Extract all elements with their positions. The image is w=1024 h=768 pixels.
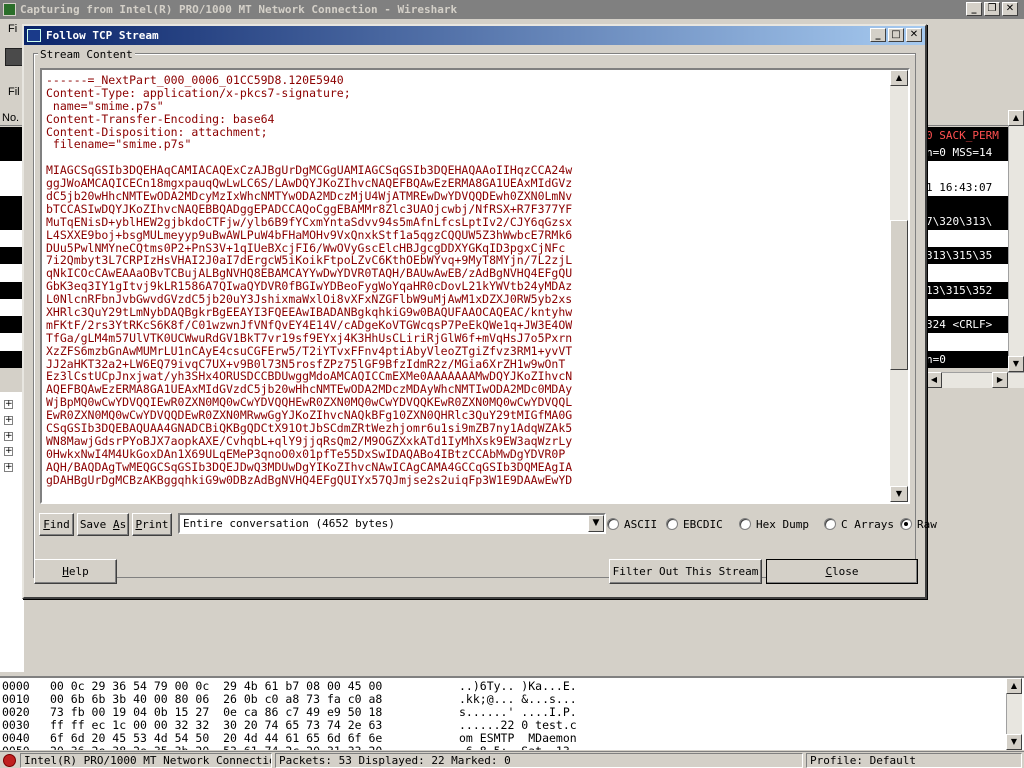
- stream-line: 0HwkxNwI4M4UkGoxDAn1X69ULqEMeP3qnoO0x01p…: [46, 446, 566, 461]
- stream-line: TfGa/gLM4m57UlVTK0UCWwuRdGV1BkT7vr19sf9E…: [46, 330, 573, 345]
- stream-text[interactable]: ------=_NextPart_000_0006_01CC59D8.120E5…: [46, 74, 890, 498]
- stream-line: CSqGSIb3DQEBAQUAA4GNADCBiQKBgQDCtX91OtJb…: [46, 421, 573, 436]
- dialog-title: Follow TCP Stream: [46, 29, 159, 42]
- packet-row-info: n=0 MSS=14: [926, 146, 993, 160]
- scroll-down-icon[interactable]: ▼: [1008, 356, 1024, 372]
- status-interface: Intel(R) PRO/1000 MT Network Connectio…: [20, 753, 272, 768]
- maximize-icon[interactable]: □: [888, 28, 904, 42]
- close-icon[interactable]: ✕: [1002, 2, 1018, 16]
- hex-ascii: 6.8.5; Sat, 13: [459, 745, 577, 751]
- show-conversation-value: Entire conversation (4652 bytes): [183, 517, 395, 530]
- stream-line: mFKtF/2rs3YtRKcS6K8f/C01wzwnJfVNfQvEY4E1…: [46, 317, 573, 332]
- stream-line: WN8MawjGdsrPYoBJX7aopkAXE/CvhqbL+qlY9jjq…: [46, 433, 573, 448]
- stream-text-area[interactable]: ------=_NextPart_000_0006_01CC59D8.120E5…: [40, 68, 910, 504]
- column-no-header[interactable]: No.: [2, 112, 19, 124]
- packet-details-tree[interactable]: + + + + +: [0, 392, 24, 672]
- expand-icon[interactable]: +: [4, 463, 13, 472]
- scroll-up-icon[interactable]: ▲: [890, 70, 908, 86]
- hex-offset: 0050: [2, 745, 30, 751]
- help-button[interactable]: Help: [34, 559, 117, 584]
- stream-line: bTCCASIwDQYJKoZIhvcNAQEBBQADggEPADCCAQoC…: [46, 201, 573, 216]
- expand-icon[interactable]: +: [4, 400, 13, 409]
- packet-row-info: 7\320\313\: [926, 215, 993, 228]
- hex-bytes: 20 36 2e 38 2e 35 3b 20 53 61 74 2c 20 3…: [50, 745, 382, 751]
- show-conversation-select[interactable]: Entire conversation (4652 bytes) ▼: [178, 513, 606, 534]
- filter-label[interactable]: Fil: [8, 86, 20, 98]
- restore-icon[interactable]: ❐: [984, 2, 1000, 16]
- radio-label: EBCDIC: [683, 518, 723, 531]
- radio-circle-icon[interactable]: [739, 518, 751, 530]
- expand-icon[interactable]: +: [4, 447, 13, 456]
- stream-line: name="smime.p7s": [46, 98, 164, 113]
- stream-line: AQH/BAQDAgTwMEQGCSqGSIb3DQEJDwQ3MDUwDgYI…: [46, 459, 573, 474]
- main-window-title: Capturing from Intel(R) PRO/1000 MT Netw…: [20, 3, 458, 16]
- stream-line: dC5jb20wHhcNMTEwODA2MDcyMzIxWhcNMTYwODA2…: [46, 189, 573, 204]
- chevron-down-icon[interactable]: ▼: [588, 515, 604, 532]
- main-window-controls: _ ❐ ✕: [966, 2, 1018, 16]
- scroll-down-icon[interactable]: ▼: [890, 486, 908, 502]
- minimize-icon[interactable]: _: [966, 2, 982, 16]
- stream-vscrollbar[interactable]: ▲ ▼: [890, 70, 908, 502]
- scroll-up-icon[interactable]: ▲: [1008, 110, 1024, 126]
- packet-row-info: 313\315\35: [926, 249, 993, 263]
- scroll-thumb[interactable]: [890, 220, 908, 370]
- interfaces-icon[interactable]: [5, 48, 23, 66]
- radio-label: Hex Dump: [756, 518, 809, 531]
- follow-tcp-stream-dialog: Follow TCP Stream _ □ ✕ Stream Content -…: [22, 24, 937, 599]
- status-bar: Intel(R) PRO/1000 MT Network Connectio… …: [0, 751, 1024, 768]
- stream-line: XHRlc3QuY29tLmNybDAQBgkrBgEEAYI3FQEEAwIB…: [46, 305, 573, 320]
- save-as-button[interactable]: Save As: [77, 513, 129, 536]
- close-button[interactable]: Close: [766, 559, 918, 584]
- stream-content-label: Stream Content: [38, 48, 135, 61]
- radio-circle-icon[interactable]: [824, 518, 836, 530]
- packet-list-vscrollbar[interactable]: ▲ ▼: [1008, 110, 1024, 372]
- wireshark-dialog-icon: [27, 29, 41, 42]
- scroll-left-icon[interactable]: ◀: [926, 372, 942, 388]
- wireshark-app-icon: [3, 3, 16, 16]
- radio-label: Raw: [917, 518, 937, 531]
- packet-row-info: n=0: [926, 352, 946, 366]
- stream-line: Content-Type: application/x-pkcs7-signat…: [46, 85, 351, 100]
- packet-row-info: 324 <CRLF>: [926, 318, 993, 332]
- main-window-titlebar[interactable]: Capturing from Intel(R) PRO/1000 MT Netw…: [0, 0, 1024, 19]
- stream-line: L4SXXE9boj+bsgMULmeyyp9uBwAWLPuW4bFHaMOH…: [46, 227, 573, 242]
- scroll-up-icon[interactable]: ▲: [1006, 678, 1022, 694]
- print-button[interactable]: Print: [132, 513, 172, 536]
- find-button[interactable]: Find: [39, 513, 74, 536]
- dialog-window-controls: _ □ ✕: [870, 28, 922, 42]
- stream-line: Content-Transfer-Encoding: base64: [46, 111, 275, 126]
- stream-line: gDAHBgUrDgMCBzAKBggqhkiG9w0DBzAdBgNVHQ4E…: [46, 472, 573, 487]
- radio-circle-icon[interactable]: [900, 518, 912, 530]
- packet-row-info: 13\315\352: [926, 283, 993, 297]
- expand-icon[interactable]: +: [4, 432, 13, 441]
- packet-row-info: 1 16:43:07: [926, 180, 993, 194]
- radio-label: C Arrays: [841, 518, 894, 531]
- hex-pane-vscrollbar[interactable]: ▲ ▼: [1006, 678, 1022, 750]
- filter-out-stream-button[interactable]: Filter Out This Stream: [609, 559, 762, 584]
- capture-status-icon[interactable]: [3, 754, 16, 767]
- status-packets: Packets: 53 Displayed: 22 Marked: 0: [275, 753, 803, 768]
- expand-icon[interactable]: +: [4, 416, 13, 425]
- radio-label: ASCII: [624, 518, 658, 531]
- stream-line: MuTqENisD+yblHEW2gjbkdoCTFjw/ylb6B9fYCxm…: [46, 214, 573, 229]
- menu-file[interactable]: Fi: [8, 23, 17, 35]
- dialog-titlebar[interactable]: Follow TCP Stream _ □ ✕: [24, 26, 925, 45]
- packet-row-info: 0 SACK_PERM: [926, 129, 999, 142]
- stream-line: XzZFS6mzbGnAwMUMrLU1nCAyE4csuCGFErw5/T2i…: [46, 343, 573, 358]
- stream-content-group: Stream Content ------=_NextPart_000_0006…: [33, 48, 937, 578]
- packet-list-hscrollbar[interactable]: ◀ ▶: [924, 372, 1024, 388]
- scroll-down-icon[interactable]: ▼: [1006, 734, 1022, 750]
- packet-bytes-pane[interactable]: 0000 00 0c 29 36 54 79 00 0c 29 4b 61 b7 …: [0, 676, 1024, 750]
- stream-line: ------=_NextPart_000_0006_01CC59D8.120E5…: [46, 74, 344, 87]
- scroll-right-icon[interactable]: ▶: [992, 372, 1008, 388]
- stream-line: filename="smime.p7s": [46, 137, 192, 152]
- status-profile[interactable]: Profile: Default: [806, 753, 1022, 768]
- close-icon[interactable]: ✕: [906, 28, 922, 42]
- radio-circle-icon[interactable]: [607, 518, 619, 530]
- minimize-icon[interactable]: _: [870, 28, 886, 42]
- radio-circle-icon[interactable]: [666, 518, 678, 530]
